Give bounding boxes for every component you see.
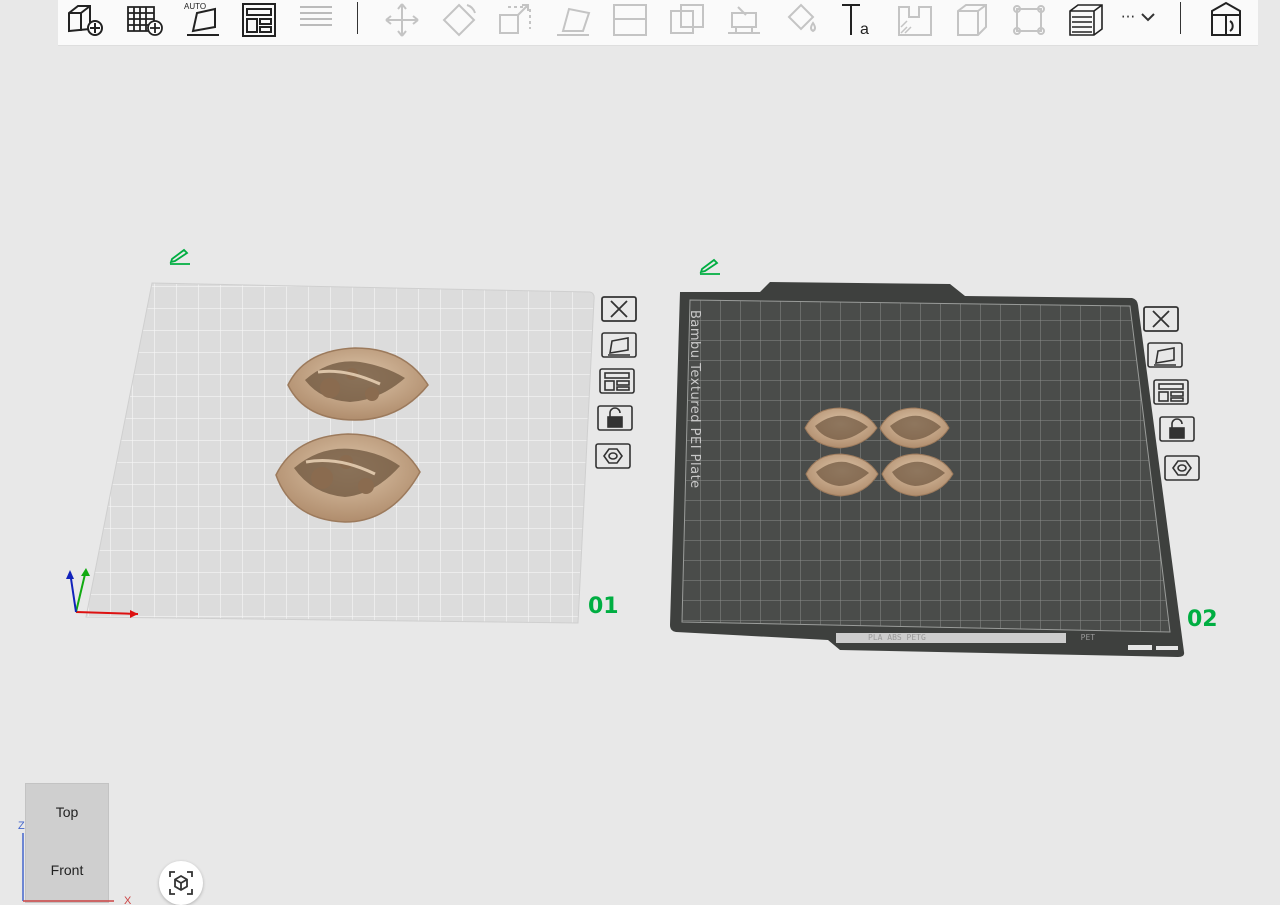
fit-view-icon: [169, 871, 193, 895]
plate-settings-icon: [595, 443, 631, 469]
plate-02-auto-orient-button[interactable]: [1146, 341, 1184, 369]
plate-01-auto-orient-button[interactable]: [600, 331, 638, 359]
axis-z-label: Z: [18, 820, 25, 832]
fit-view-button[interactable]: [159, 861, 203, 905]
plate-02-settings-button[interactable]: [1163, 454, 1201, 482]
plate-02-close-button[interactable]: [1142, 305, 1180, 333]
plate-material-strip: PLA ABS PETG PET: [868, 633, 1095, 642]
close-icon: [1143, 306, 1179, 332]
axis-x-label: X: [124, 895, 132, 904]
auto-orient-icon: [601, 332, 637, 358]
plate-02-lock-button[interactable]: [1158, 415, 1196, 443]
plate-material-text: PLA ABS PETG: [868, 633, 926, 642]
plate-number-01: 01: [588, 594, 619, 619]
plate-01-close-button[interactable]: [600, 295, 638, 323]
lock-icon: [597, 405, 633, 431]
edit-plate-name-icon[interactable]: [168, 247, 192, 265]
plate-01-lock-button[interactable]: [596, 404, 634, 432]
scene-canvas[interactable]: [0, 0, 1280, 904]
plate-settings-icon: [1164, 455, 1200, 481]
auto-orient-icon: [1147, 342, 1183, 368]
plate-type-label: Bambu Textured PEI Plate: [687, 310, 702, 489]
plate-material-text-right: PET: [1080, 633, 1096, 642]
plate-01-settings-button[interactable]: [594, 442, 632, 470]
lock-icon: [1159, 416, 1195, 442]
edit-plate-name-icon[interactable]: [698, 257, 722, 275]
arrange-icon: [599, 368, 635, 394]
close-icon: [601, 296, 637, 322]
plate-01-arrange-button[interactable]: [598, 367, 636, 395]
plate-number-02: 02: [1187, 607, 1218, 632]
plate-02-arrange-button[interactable]: [1152, 378, 1190, 406]
navcube-axes: Z X: [18, 820, 132, 904]
arrange-icon: [1153, 379, 1189, 405]
